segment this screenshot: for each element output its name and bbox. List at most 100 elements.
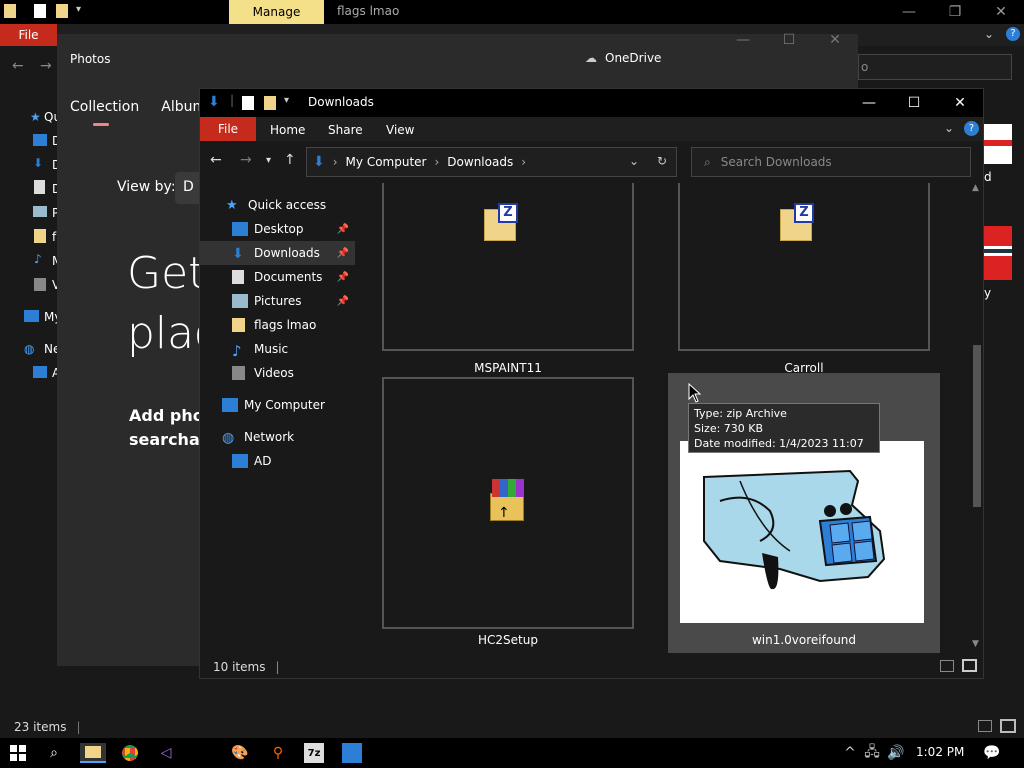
large-icons-view-icon[interactable] (962, 659, 977, 672)
recent-locations-icon[interactable]: ▾ (266, 155, 271, 166)
chevron-down-icon[interactable]: ⌄ (944, 121, 954, 135)
nav-pictures[interactable]: Pictures 📌 (200, 289, 355, 313)
flag-thumbnail[interactable] (984, 124, 1012, 164)
photos-minimize-button[interactable]: — (720, 28, 766, 52)
network-icon: ◍ (222, 430, 235, 446)
view-by-label: View by: (117, 179, 176, 195)
photos-app-icon[interactable] (342, 743, 362, 763)
back-sidebar-item[interactable]: Ne (44, 342, 57, 356)
nav-music[interactable]: ♪ Music (200, 337, 355, 361)
pin-icon[interactable]: 📌 (337, 248, 349, 259)
photos-maximize-button[interactable]: ☐ (766, 28, 812, 52)
windows-start-icon[interactable] (8, 743, 28, 763)
photos-heading: Get plac (127, 248, 199, 359)
nav-desktop[interactable]: Desktop 📌 (200, 217, 355, 241)
back-maximize-button[interactable]: ❐ (932, 0, 978, 24)
pin-icon[interactable]: 📌 (337, 224, 349, 235)
navigation-pane: ★ Quick access Desktop 📌 ⬇ Downloads 📌 D… (200, 183, 357, 653)
search-input[interactable]: ⌕ Search Downloads (691, 147, 971, 177)
search-icon[interactable]: ⌕ (44, 743, 64, 763)
file-tab[interactable]: File (200, 117, 256, 141)
chevron-up-icon[interactable]: ^ (840, 743, 860, 763)
breadcrumb-my-computer[interactable]: My Computer (346, 155, 427, 169)
chrome-icon[interactable] (120, 743, 140, 763)
back-window-title: flags lmao (337, 4, 400, 18)
notification-icon[interactable]: 💬 (982, 743, 1002, 763)
nav-quick-access[interactable]: ★ Quick access (200, 193, 355, 217)
back-sidebar-item[interactable]: Qu (44, 110, 57, 124)
help-icon[interactable]: ? (964, 121, 979, 136)
7zip-icon[interactable]: 7z (304, 743, 324, 763)
nav-documents[interactable]: Documents 📌 (200, 265, 355, 289)
minimize-button[interactable]: — (846, 91, 892, 115)
file-explorer-icon[interactable] (80, 743, 106, 763)
tab-view[interactable]: View (386, 123, 414, 137)
nav-flags-lmao[interactable]: flags lmao (200, 313, 355, 337)
large-icons-view-icon[interactable] (1000, 719, 1016, 733)
forward-arrow-icon[interactable]: → (40, 58, 52, 74)
refresh-icon[interactable]: ↻ (657, 154, 667, 168)
up-arrow-icon[interactable]: ↑ (284, 152, 296, 168)
clock[interactable]: 1:02 PM (916, 745, 964, 759)
scroll-thumb[interactable] (973, 345, 981, 507)
scroll-up-icon[interactable]: ▲ (972, 183, 979, 193)
document-icon (34, 180, 45, 194)
nav-downloads[interactable]: ⬇ Downloads 📌 (200, 241, 355, 265)
maximize-button[interactable]: ☐ (891, 91, 937, 115)
qat-dropdown-icon[interactable]: ▾ (284, 95, 289, 106)
nav-videos[interactable]: Videos (200, 361, 355, 385)
volume-icon[interactable]: 🔊 (886, 743, 906, 763)
scroll-down-icon[interactable]: ▼ (972, 639, 979, 649)
file-label: win1.0voreifound (751, 633, 857, 647)
search-icon: ⌕ (704, 154, 711, 169)
file-tooltip: Type: zip Archive Size: 730 KB Date modi… (688, 403, 880, 465)
tab-collection[interactable]: Collection (70, 99, 139, 115)
flag-thumbnail[interactable] (984, 226, 1012, 280)
visual-studio-icon[interactable]: ◁ (156, 743, 176, 763)
file-label: MSPAINT11 (474, 361, 542, 375)
folder-icon (4, 4, 16, 18)
new-folder-icon[interactable] (264, 96, 276, 110)
back-sidebar-item[interactable]: My (44, 310, 57, 324)
help-icon[interactable]: ? (1006, 27, 1020, 41)
back-arrow-icon[interactable]: ← (12, 58, 24, 74)
file-tile-hc2setup[interactable]: ↑ (382, 377, 634, 629)
pin-icon[interactable]: 📌 (337, 296, 349, 307)
vertical-scrollbar[interactable]: ▲ ▼ (970, 183, 983, 653)
paint-icon[interactable]: 🎨 (230, 743, 250, 763)
download-icon: ⬇ (313, 154, 325, 170)
nav-ad[interactable]: AD (200, 449, 355, 473)
back-search-input[interactable]: o (858, 54, 1012, 80)
back-file-tab[interactable]: File (0, 24, 57, 46)
breadcrumb-downloads[interactable]: Downloads (447, 155, 513, 169)
file-tile-carroll[interactable]: Z (678, 183, 930, 351)
forward-arrow-icon[interactable]: → (240, 152, 252, 168)
address-dropdown-icon[interactable]: ⌄ (629, 154, 639, 168)
details-view-icon[interactable] (940, 660, 954, 672)
properties-icon[interactable] (34, 4, 46, 18)
pin-icon[interactable]: 📌 (337, 272, 349, 283)
back-close-button[interactable]: ✕ (978, 0, 1024, 24)
desktop-icon (232, 222, 248, 236)
network-status-icon[interactable]: 🖧 (862, 743, 882, 763)
address-bar[interactable]: ⬇ › My Computer › Downloads › ⌄ ↻ (306, 147, 677, 177)
pc-icon (33, 366, 47, 378)
new-folder-icon[interactable] (56, 4, 68, 18)
close-button[interactable]: ✕ (937, 91, 983, 115)
details-view-icon[interactable] (978, 720, 992, 732)
back-minimize-button[interactable]: — (886, 0, 932, 24)
back-arrow-icon[interactable]: ← (210, 152, 222, 168)
chevron-down-icon[interactable]: ⌄ (984, 27, 994, 41)
qat-dropdown-icon[interactable]: ▾ (76, 4, 81, 15)
file-tile-mspaint11[interactable]: Z (382, 183, 634, 351)
tab-home[interactable]: Home (270, 123, 305, 137)
photos-close-button[interactable]: ✕ (812, 28, 858, 52)
nav-network[interactable]: ◍ Network (200, 425, 355, 449)
nav-my-computer[interactable]: My Computer (200, 393, 355, 417)
tab-share[interactable]: Share (328, 123, 363, 137)
desktop-icon (33, 134, 47, 146)
search-everything-icon[interactable]: ⚲ (268, 743, 288, 763)
manage-tab[interactable]: Manage (229, 0, 324, 24)
properties-icon[interactable] (242, 96, 254, 110)
onedrive-status[interactable]: ☁ OneDrive (585, 51, 661, 65)
